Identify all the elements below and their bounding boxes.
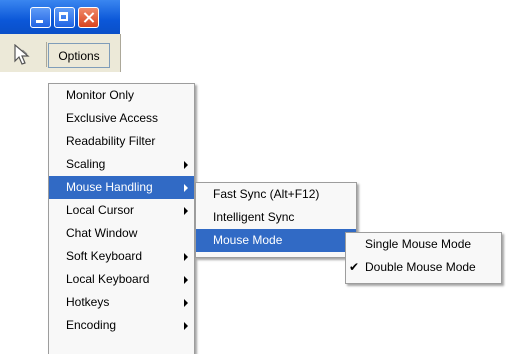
toolbar-separator <box>46 42 47 67</box>
menu-item-label: Readability Filter <box>66 134 156 148</box>
window-titlebar <box>0 0 120 34</box>
submenu-arrow-icon <box>184 299 188 307</box>
minimize-button[interactable] <box>30 7 51 28</box>
menu-item-label: Single Mouse Mode <box>365 237 472 251</box>
menu-item-label: Hotkeys <box>66 295 110 309</box>
menu-item-label: Scaling <box>66 157 106 171</box>
pointer-cursor-icon[interactable] <box>13 43 31 69</box>
close-button[interactable] <box>78 7 99 28</box>
menu-item-label: Exclusive Access <box>66 111 159 125</box>
menu-item-label: Fast Sync (Alt+F12) <box>213 187 320 201</box>
menu-item-mouse-mode[interactable]: Mouse Mode <box>196 229 356 252</box>
menu-item-hotkeys[interactable]: Hotkeys <box>49 291 194 314</box>
submenu-arrow-icon <box>184 253 188 261</box>
submenu-arrow-icon <box>184 184 188 192</box>
submenu-arrow-icon <box>184 207 188 215</box>
menu-item-label: Encoding <box>66 318 117 332</box>
maximize-button[interactable] <box>54 7 75 28</box>
close-icon <box>79 8 98 27</box>
menu-item-soft-keyboard[interactable]: Soft Keyboard <box>49 245 194 268</box>
menu-item-mouse-handling[interactable]: Mouse Handling <box>49 176 194 199</box>
options-button[interactable]: Options <box>48 43 110 68</box>
menu-item-readability-filter[interactable]: Readability Filter <box>49 130 194 153</box>
submenu-arrow-icon <box>184 322 188 330</box>
menu-item-monitor-only[interactable]: Monitor Only <box>49 84 194 107</box>
menu-item-label: Intelligent Sync <box>213 210 295 224</box>
menu-item-double-mouse-mode[interactable]: ✔ Double Mouse Mode <box>346 256 501 279</box>
menu-item-label: Local Keyboard <box>66 272 150 286</box>
menu-item-label: Local Cursor <box>66 203 135 217</box>
menu-item-chat-window[interactable]: Chat Window <box>49 222 194 245</box>
menu-item-local-cursor[interactable]: Local Cursor <box>49 199 194 222</box>
mouse-handling-submenu: Fast Sync (Alt+F12) Intelligent Sync Mouse… <box>195 182 357 258</box>
menu-item-exclusive-access[interactable]: Exclusive Access <box>49 107 194 130</box>
menu-item-label: Chat Window <box>66 226 138 240</box>
menu-item-encoding[interactable]: Encoding <box>49 314 194 337</box>
menu-item-single-mouse-mode[interactable]: Single Mouse Mode <box>346 233 501 256</box>
menu-item-label: Mouse Handling <box>66 180 153 194</box>
checkmark-icon: ✔ <box>349 260 360 274</box>
maximize-icon <box>55 8 74 27</box>
menu-item-intelligent-sync[interactable]: Intelligent Sync <box>196 206 356 229</box>
menu-item-label: Monitor Only <box>66 88 135 102</box>
menu-item-label: Double Mouse Mode <box>365 260 476 274</box>
options-label: Options <box>58 48 100 63</box>
submenu-arrow-icon <box>184 276 188 284</box>
submenu-arrow-icon <box>184 161 188 169</box>
mouse-mode-submenu: Single Mouse Mode ✔ Double Mouse Mode <box>345 232 502 284</box>
minimize-icon <box>31 8 50 27</box>
menu-item-label: Mouse Mode <box>213 233 283 247</box>
options-menu: Monitor Only Exclusive Access Readability … <box>48 83 195 354</box>
menu-item-fast-sync-alt-f12[interactable]: Fast Sync (Alt+F12) <box>196 183 356 206</box>
menu-item-scaling[interactable]: Scaling <box>49 153 194 176</box>
menu-item-label: Soft Keyboard <box>66 249 143 263</box>
menu-item-local-keyboard[interactable]: Local Keyboard <box>49 268 194 291</box>
